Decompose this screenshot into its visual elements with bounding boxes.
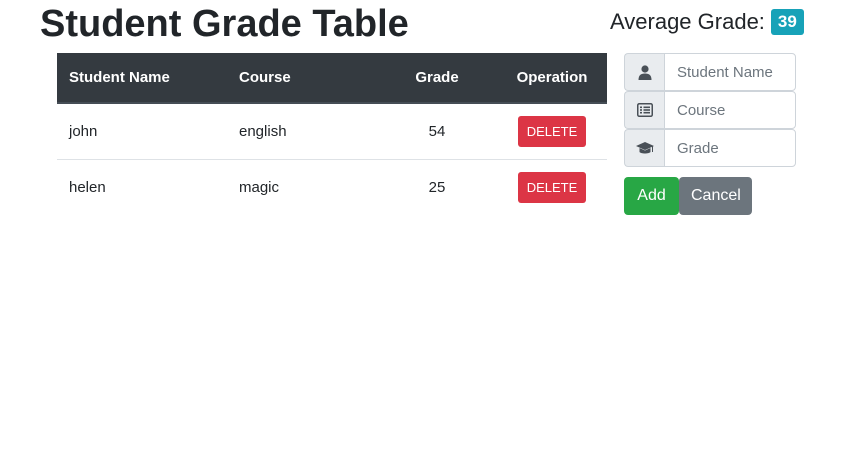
grade-group	[624, 129, 796, 167]
grade-cell: 54	[377, 103, 497, 160]
course-cell: magic	[239, 178, 280, 196]
table-row: helen magic 25 DELETE	[57, 159, 607, 215]
student-name-group	[624, 53, 796, 91]
average-grade: Average Grade: 39	[610, 9, 804, 35]
table-header-row: Student Name Course Grade Operation	[57, 53, 607, 104]
average-grade-badge: 39	[770, 9, 804, 35]
operation-cell: DELETE	[497, 103, 607, 160]
course-input[interactable]	[664, 91, 796, 129]
grade-table: Student Name Course Grade Operation john…	[57, 53, 607, 215]
student-name-cell: helen	[69, 178, 106, 196]
student-name-input[interactable]	[664, 53, 796, 91]
user-icon	[624, 53, 664, 91]
column-header-operation: Operation	[497, 53, 607, 104]
course-cell: english	[227, 103, 377, 160]
operation-cell: DELETE	[497, 159, 607, 215]
delete-button[interactable]: DELETE	[517, 171, 587, 203]
list-icon	[624, 91, 664, 129]
cancel-button[interactable]: Cancel	[679, 177, 752, 215]
column-header-course: Course	[227, 53, 377, 104]
grade-table-container: Student Name Course Grade Operation john…	[57, 53, 607, 215]
grade-cell: 25	[428, 178, 446, 196]
grade-input[interactable]	[664, 129, 796, 167]
page-title: Student Grade Table	[40, 3, 409, 45]
course-group	[624, 91, 796, 129]
add-grade-form: Add Cancel	[624, 53, 796, 215]
student-name-cell: john	[57, 103, 227, 160]
column-header-student-name: Student Name	[57, 53, 227, 104]
column-header-grade: Grade	[377, 53, 497, 104]
add-button[interactable]: Add	[624, 177, 679, 215]
delete-button[interactable]: DELETE	[517, 115, 587, 147]
average-grade-label: Average Grade:	[610, 9, 765, 34]
table-row: john english 54 DELETE	[57, 103, 607, 160]
form-buttons: Add Cancel	[624, 177, 796, 215]
graduation-cap-icon	[624, 129, 664, 167]
